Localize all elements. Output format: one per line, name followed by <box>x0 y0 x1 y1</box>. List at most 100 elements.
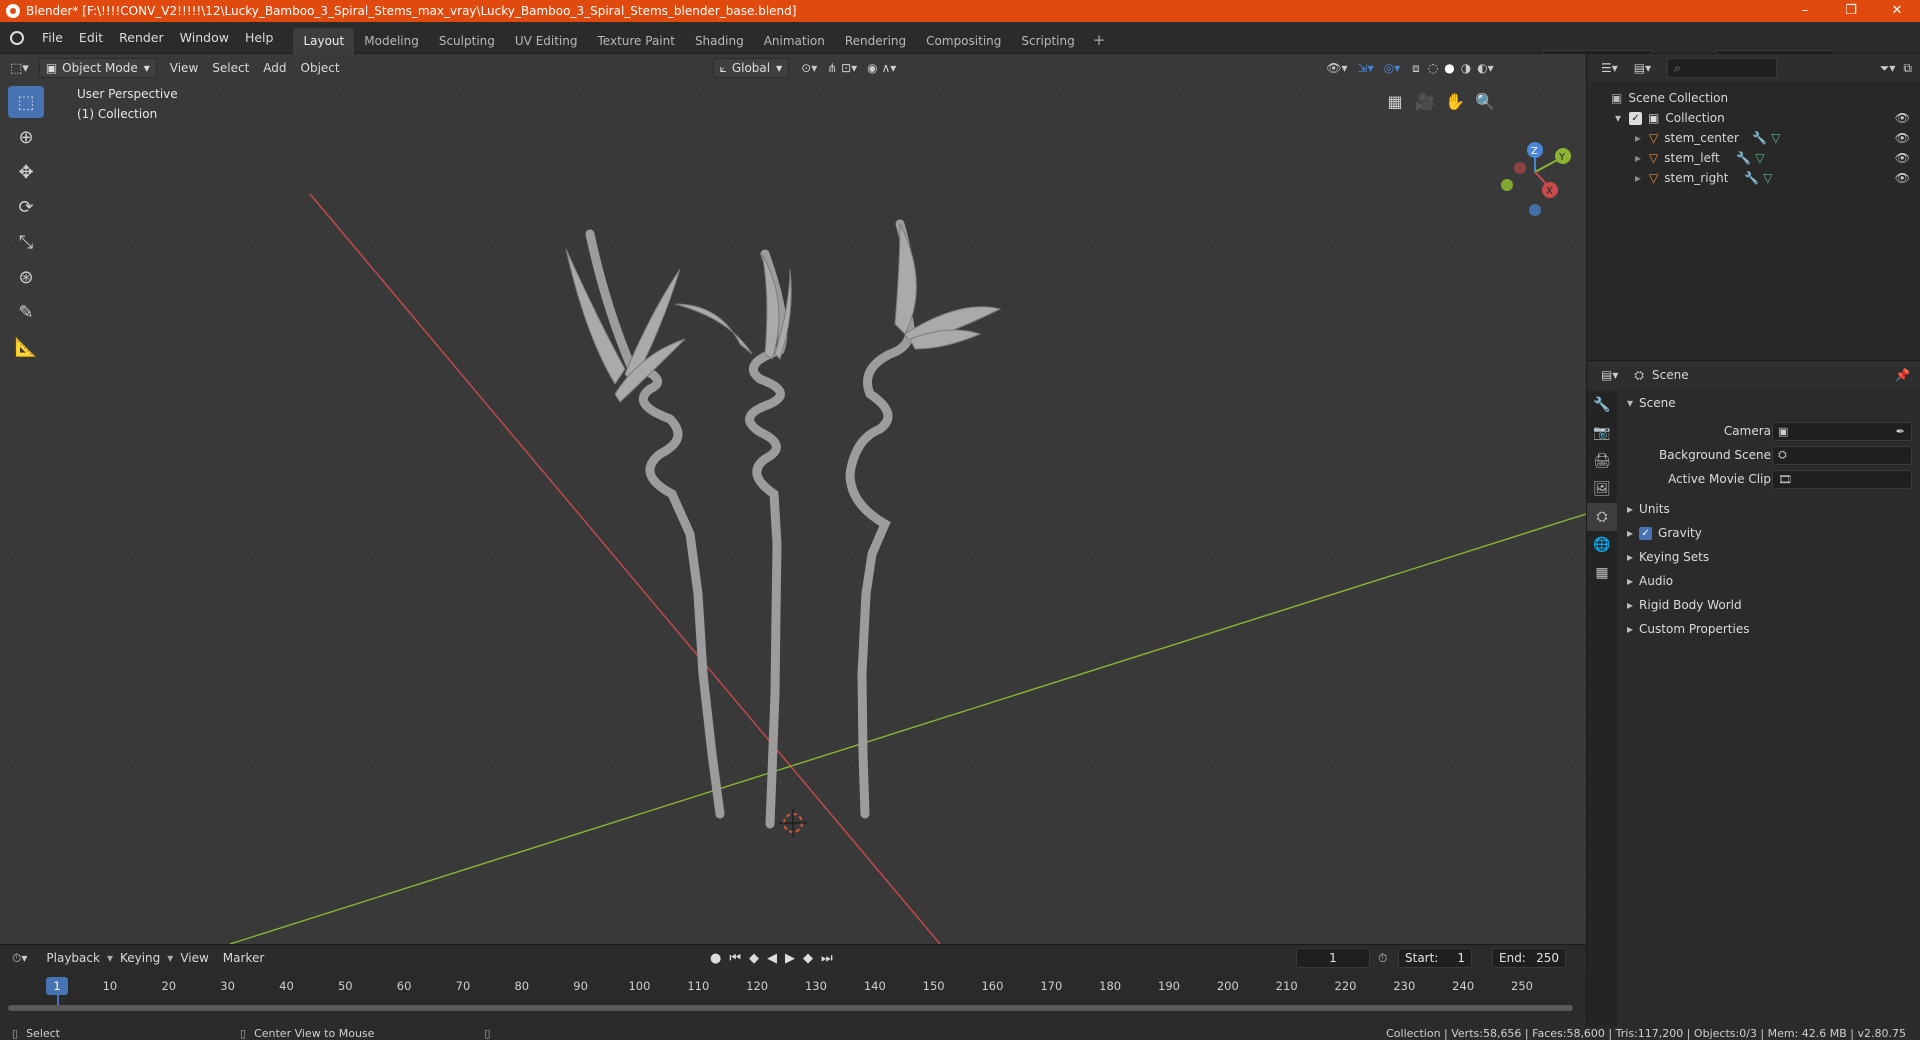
tool-tab-icon[interactable]: 🔧 <box>1587 391 1617 419</box>
output-tab-icon[interactable]: 🖨 <box>1587 447 1617 475</box>
expand-arrow-icon[interactable]: ▸ <box>1635 171 1641 185</box>
playhead[interactable]: 1 <box>46 977 68 995</box>
editor-type-icon[interactable]: ⬚▾ <box>10 61 29 76</box>
select-box-tool-icon[interactable]: ⬚ <box>8 86 44 118</box>
visibility-eye-icon[interactable]: 👁 <box>1895 151 1910 165</box>
timeline-ruler[interactable]: 10 20 30 40 50 60 70 80 90 100 110 120 130 140 150 160 1… <box>0 973 1586 1013</box>
pivot-point-icon[interactable]: ⊙▾ <box>801 61 817 75</box>
scene-panel-header[interactable]: ▾ Scene <box>1617 391 1920 415</box>
scene-tab-icon[interactable]: ⛭ <box>1587 503 1617 531</box>
tab-shading[interactable]: Shading <box>685 28 754 54</box>
expand-arrow-icon[interactable]: ▾ <box>1627 396 1633 410</box>
tab-sculpting[interactable]: Sculpting <box>429 28 505 54</box>
menu-playback[interactable]: Playback <box>39 951 107 965</box>
start-frame-field[interactable]: Start: 1 <box>1398 948 1472 968</box>
menu-add[interactable]: Add <box>256 61 293 75</box>
rotate-tool-icon[interactable]: ⟳ <box>8 191 44 223</box>
menu-object[interactable]: Object <box>294 61 347 75</box>
menu-window[interactable]: Window <box>172 22 237 54</box>
mesh-data-icon[interactable]: ▽ <box>1763 171 1772 185</box>
camera-view-icon[interactable]: 🎥 <box>1410 86 1440 116</box>
collection-checkbox[interactable]: ✓ <box>1629 111 1643 125</box>
annotate-tool-icon[interactable]: ✎ <box>8 296 44 328</box>
menu-keying[interactable]: Keying <box>113 951 167 965</box>
audio-panel-header[interactable]: ▸ Audio <box>1617 569 1920 593</box>
scene-collection-row[interactable]: ▣ Scene Collection <box>1587 88 1920 108</box>
expand-arrow-icon[interactable]: ▾ <box>1615 111 1621 125</box>
move-tool-icon[interactable]: ✥ <box>8 156 44 188</box>
measure-tool-icon[interactable]: 📐 <box>8 331 44 363</box>
filter-icon[interactable]: ⏷▾ <box>1880 61 1896 76</box>
new-collection-icon[interactable]: ⧉ <box>1903 61 1912 76</box>
record-icon[interactable]: ● <box>710 951 721 966</box>
menu-help[interactable]: Help <box>237 22 282 54</box>
eyedropper-icon[interactable]: ✒ <box>1896 425 1905 438</box>
tab-uv-editing[interactable]: UV Editing <box>505 28 588 54</box>
close-button[interactable]: ✕ <box>1874 0 1920 22</box>
outliner-editor-icon[interactable]: ☰▾ <box>1601 61 1618 75</box>
menu-select[interactable]: Select <box>205 61 256 75</box>
timeline-editor-icon[interactable]: ⏱▾ <box>12 951 27 966</box>
maximize-button[interactable]: ❐ <box>1828 0 1874 22</box>
visibility-eye-icon[interactable]: 👁 <box>1895 171 1910 185</box>
active-movie-clip-field[interactable]: 🎞 <box>1772 469 1912 489</box>
current-frame-field[interactable]: 1 <box>1296 948 1370 968</box>
wireframe-shading-icon[interactable]: ◌ <box>1428 61 1438 75</box>
collection-visibility-eye-icon[interactable]: 👁 <box>1895 111 1910 125</box>
end-frame-field[interactable]: End: 250 <box>1492 948 1566 968</box>
outliner-item-stem-right[interactable]: ▸ ▽ stem_right 🔧 ▽ 👁 <box>1587 168 1920 188</box>
background-scene-field[interactable]: ⛭ <box>1772 445 1912 465</box>
menu-file[interactable]: File <box>34 22 71 54</box>
tab-layout[interactable]: Layout <box>293 27 355 54</box>
prev-keyframe-icon[interactable]: ◆ <box>749 951 759 966</box>
modifier-wrench-icon[interactable]: 🔧 <box>1736 151 1751 165</box>
outliner-search-input[interactable]: ⌕ <box>1667 58 1778 78</box>
collection-row[interactable]: ▾ ✓ ▣ Collection 👁 <box>1587 108 1920 128</box>
texture-tab-icon[interactable]: ▦ <box>1587 559 1617 587</box>
menu-render[interactable]: Render <box>111 22 172 54</box>
visibility-icon[interactable]: 👁▾ <box>1326 61 1347 75</box>
view-layer-tab-icon[interactable]: 🖼 <box>1587 475 1617 503</box>
menu-marker[interactable]: Marker <box>216 951 271 965</box>
properties-editor-icon[interactable]: ▤▾ <box>1601 368 1618 382</box>
gravity-panel-header[interactable]: ▸ ✓ Gravity <box>1617 521 1920 545</box>
tab-modeling[interactable]: Modeling <box>354 28 429 54</box>
minimize-button[interactable]: – <box>1782 0 1828 22</box>
gizmo-toggle-icon[interactable]: ⇲▾ <box>1358 61 1374 75</box>
menu-view[interactable]: View <box>163 61 205 75</box>
tab-texture-paint[interactable]: Texture Paint <box>588 28 685 54</box>
world-tab-icon[interactable]: 🌐 <box>1587 531 1617 559</box>
timeline-scrollbar[interactable] <box>8 1005 1573 1011</box>
menu-view-timeline[interactable]: View <box>173 951 215 965</box>
modifier-wrench-icon[interactable]: 🔧 <box>1752 131 1767 145</box>
xray-toggle-icon[interactable]: ⧈ <box>1412 61 1420 76</box>
expand-arrow-icon[interactable]: ▸ <box>1635 131 1641 145</box>
tab-scripting[interactable]: Scripting <box>1011 28 1084 54</box>
overlay-toggle-icon[interactable]: ◎▾ <box>1384 61 1401 75</box>
rigid-body-world-panel-header[interactable]: ▸ Rigid Body World <box>1617 593 1920 617</box>
rendered-shading-icon[interactable]: ◐▾ <box>1477 61 1494 75</box>
3d-viewport[interactable]: Z Y X ⬚▾ ▣ Object Mode ▾ View Select Add O… <box>0 54 1586 944</box>
outliner-item-stem-left[interactable]: ▸ ▽ stem_left 🔧 ▽ 👁 <box>1587 148 1920 168</box>
outliner-item-stem-center[interactable]: ▸ ▽ stem_center 🔧 ▽ 👁 <box>1587 128 1920 148</box>
jump-end-icon[interactable]: ⏭ <box>821 951 833 966</box>
custom-properties-panel-header[interactable]: ▸ Custom Properties <box>1617 617 1920 641</box>
mode-selector[interactable]: ▣ Object Mode ▾ <box>38 58 157 78</box>
blender-menu-icon[interactable] <box>10 30 24 45</box>
tab-animation[interactable]: Animation <box>754 28 835 54</box>
scale-tool-icon[interactable]: ⤡ <box>8 226 44 258</box>
transform-tool-icon[interactable]: ⊛ <box>8 261 44 293</box>
units-panel-header[interactable]: ▸ Units <box>1617 497 1920 521</box>
add-workspace-icon[interactable]: + <box>1085 31 1114 49</box>
render-tab-icon[interactable]: 📷 <box>1587 419 1617 447</box>
snap-icon[interactable]: ⋔ ⊡▾ <box>827 61 857 75</box>
display-mode-icon[interactable]: ▤▾ <box>1634 61 1651 75</box>
tab-rendering[interactable]: Rendering <box>835 28 916 54</box>
next-keyframe-icon[interactable]: ◆ <box>803 951 813 966</box>
grid-toggle-icon[interactable]: ▦ <box>1380 86 1410 116</box>
zoom-icon[interactable]: 🔍 <box>1470 86 1500 116</box>
solid-shading-icon[interactable]: ● <box>1444 61 1454 75</box>
proportional-edit-icon[interactable]: ◉ ∧▾ <box>867 61 896 75</box>
pan-hand-icon[interactable]: ✋ <box>1440 86 1470 116</box>
play-icon[interactable]: ▶ <box>785 951 795 966</box>
